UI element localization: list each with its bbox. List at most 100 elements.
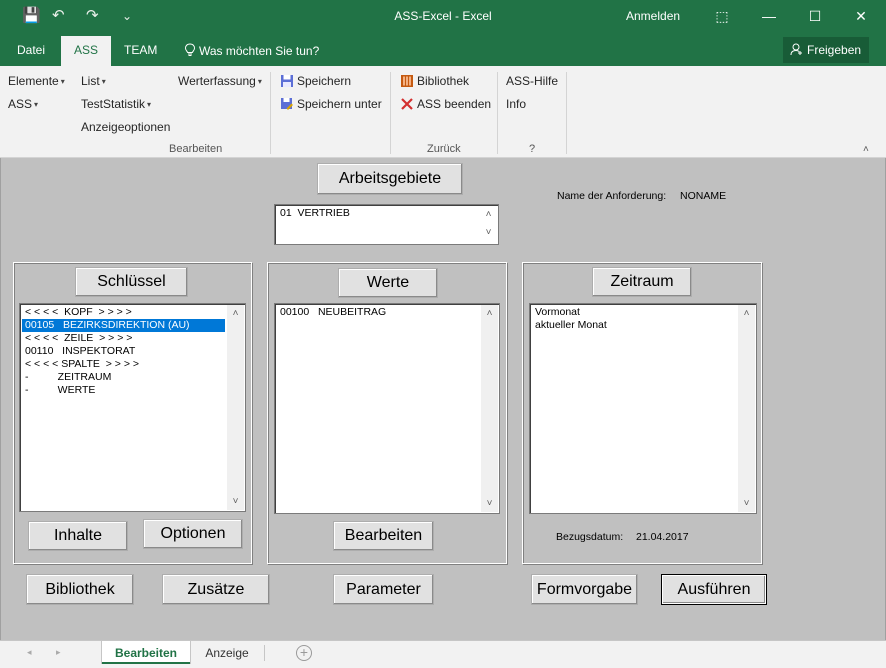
- group-separator: [390, 72, 391, 154]
- optionen-label: Optionen: [160, 525, 226, 542]
- list-item[interactable]: < < < < ZEILE > > > >: [22, 332, 225, 345]
- close-icon[interactable]: ✕: [846, 4, 876, 28]
- anzeigeoptionen-button[interactable]: Anzeigeoptionen: [81, 120, 170, 134]
- werterfassung-menu[interactable]: Werterfassung ▾: [178, 74, 262, 88]
- formvorgabe-button[interactable]: Formvorgabe: [531, 574, 638, 605]
- ass-beenden-label: ASS beenden: [417, 97, 492, 111]
- bearbeiten-button[interactable]: Bearbeiten: [333, 521, 434, 551]
- bibliothek-label: Bibliothek: [45, 581, 115, 598]
- group-label-bearbeiten: Bearbeiten: [169, 143, 223, 155]
- schluessel-label: Schlüssel: [97, 273, 166, 290]
- list-item[interactable]: 00110 INSPEKTORAT: [22, 345, 225, 358]
- schluessel-scrollbar[interactable]: ˄ ˅: [227, 305, 244, 510]
- list-item-selected[interactable]: 00105 BEZIRKSDIREKTION (AU): [22, 319, 225, 332]
- tab-ass[interactable]: ASS: [61, 36, 112, 66]
- minimize-icon[interactable]: —: [754, 4, 784, 28]
- share-label: Freigeben: [807, 43, 862, 57]
- list-item[interactable]: 01 VERTRIEB: [277, 207, 478, 220]
- chevron-down-icon: ▾: [147, 100, 152, 109]
- collapse-ribbon-icon[interactable]: ˄: [863, 144, 869, 155]
- arbeitsgebiete-list[interactable]: 01 VERTRIEB ˄ ˅: [274, 204, 499, 245]
- zeitraum-scrollbar[interactable]: ˄ ˅: [738, 305, 755, 512]
- elemente-label: Elemente: [8, 74, 59, 88]
- arbeitsgebiete-button[interactable]: Arbeitsgebiete: [317, 163, 463, 195]
- ribbon-tab-row: Datei ASS TEAM Was möchten Sie tun? Frei…: [0, 34, 886, 66]
- scroll-down-icon[interactable]: ˅: [738, 495, 755, 512]
- list-item[interactable]: < < < < KOPF > > > >: [22, 306, 225, 319]
- ausfuehren-label: Ausführen: [677, 581, 751, 598]
- speichern-label: Speichern: [297, 74, 352, 88]
- group-separator: [270, 72, 271, 154]
- tab-divider: [264, 645, 265, 661]
- werte-scrollbar[interactable]: ˄ ˅: [481, 305, 498, 512]
- bezugsdatum-value: 21.04.2017: [636, 531, 689, 543]
- tab-datei[interactable]: Datei: [17, 43, 45, 57]
- list-item[interactable]: - WERTE: [22, 384, 225, 397]
- bibliothek-ribbon-button[interactable]: Bibliothek: [400, 74, 469, 88]
- zusaetze-button[interactable]: Zusätze: [162, 574, 270, 605]
- scroll-up-icon[interactable]: ˄: [738, 305, 755, 322]
- save-icon: [281, 75, 293, 87]
- list-item[interactable]: aktueller Monat: [532, 319, 736, 332]
- scroll-down-icon[interactable]: ˅: [227, 493, 244, 510]
- tell-me-text: Was möchten Sie tun?: [199, 44, 320, 58]
- bearbeiten-label: Bearbeiten: [344, 527, 423, 544]
- chevron-down-icon: ▾: [257, 77, 262, 86]
- ass-label: ASS: [8, 97, 33, 111]
- info-button[interactable]: Info: [506, 97, 526, 111]
- scroll-up-icon[interactable]: ˄: [481, 305, 498, 322]
- zeitraum-list[interactable]: Vormonat aktueller Monat ˄ ˅: [529, 303, 757, 514]
- inhalte-label: Inhalte: [53, 527, 103, 544]
- sheet-tab-anzeige[interactable]: Anzeige: [194, 641, 260, 664]
- werte-list[interactable]: 00100 NEUBEITRAG ˄ ˅: [274, 303, 500, 514]
- optionen-button[interactable]: Optionen: [143, 519, 243, 549]
- ass-hilfe-button[interactable]: ASS-Hilfe: [506, 74, 558, 88]
- zeitraum-label: Zeitraum: [610, 273, 674, 290]
- add-sheet-icon[interactable]: +: [296, 645, 312, 661]
- inhalte-button[interactable]: Inhalte: [28, 521, 128, 551]
- zeitraum-button[interactable]: Zeitraum: [592, 267, 692, 297]
- anforderung-label: Name der Anforderung:: [557, 190, 667, 202]
- sheet-tab-bar: ◂ ▸ Bearbeiten Anzeige +: [0, 640, 886, 668]
- next-sheet-icon[interactable]: ▸: [56, 647, 61, 658]
- parameter-button[interactable]: Parameter: [333, 574, 434, 605]
- maximize-icon[interactable]: ☐: [800, 4, 830, 28]
- close-x-icon: [401, 98, 413, 110]
- schluessel-list[interactable]: < < < < KOPF > > > > 00105 BEZIRKSDIREKT…: [19, 303, 246, 512]
- prev-sheet-icon[interactable]: ◂: [27, 647, 32, 658]
- ass-menu[interactable]: ASS ▾: [8, 97, 38, 111]
- werte-button[interactable]: Werte: [338, 268, 438, 298]
- arbeitsgebiete-scrollbar[interactable]: ˄ ˅: [480, 206, 497, 243]
- zeitraum-rows: Vormonat aktueller Monat: [532, 306, 736, 332]
- schluessel-rows: < < < < KOPF > > > > 00105 BEZIRKSDIREKT…: [22, 306, 225, 397]
- scroll-down-icon[interactable]: ˅: [480, 224, 497, 243]
- ausfuehren-button[interactable]: Ausführen: [661, 574, 767, 605]
- schluessel-button[interactable]: Schlüssel: [75, 267, 188, 297]
- ass-beenden-button[interactable]: ASS beenden: [400, 97, 491, 111]
- scroll-up-icon[interactable]: ˄: [227, 305, 244, 322]
- list-item[interactable]: - ZEITRAUM: [22, 371, 225, 384]
- list-menu[interactable]: List ▾: [81, 74, 106, 88]
- bezugsdatum-label: Bezugsdatum:: [556, 531, 624, 543]
- group-label-help: ?: [529, 143, 536, 155]
- tell-me-box[interactable]: Was möchten Sie tun?: [184, 43, 319, 58]
- tab-team[interactable]: TEAM: [124, 43, 157, 57]
- ass-form: Arbeitsgebiete Name der Anforderung: NON…: [0, 158, 886, 640]
- speichern-button[interactable]: Speichern: [280, 74, 351, 88]
- sheet-tab-bearbeiten[interactable]: Bearbeiten: [102, 641, 190, 664]
- list-item[interactable]: Vormonat: [532, 306, 736, 319]
- teststatistik-menu[interactable]: TestStatistik ▾: [81, 97, 151, 111]
- list-item[interactable]: < < < < SPALTE > > > >: [22, 358, 225, 371]
- elemente-menu[interactable]: Elemente ▾: [8, 74, 65, 88]
- zusaetze-label: Zusätze: [187, 581, 245, 598]
- speichern-unter-button[interactable]: Speichern unter: [280, 97, 382, 111]
- list-item[interactable]: 00100 NEUBEITRAG: [277, 306, 479, 319]
- scroll-up-icon[interactable]: ˄: [480, 206, 497, 225]
- scroll-down-icon[interactable]: ˅: [481, 495, 498, 512]
- anforderung-value: NONAME: [680, 190, 727, 202]
- formvorgabe-label: Formvorgabe: [536, 581, 633, 598]
- bibliothek-button[interactable]: Bibliothek: [26, 574, 134, 605]
- signin-link[interactable]: Anmelden: [626, 9, 680, 23]
- share-button[interactable]: Freigeben: [783, 37, 869, 63]
- ribbon-display-options-icon[interactable]: ⬚: [707, 4, 737, 28]
